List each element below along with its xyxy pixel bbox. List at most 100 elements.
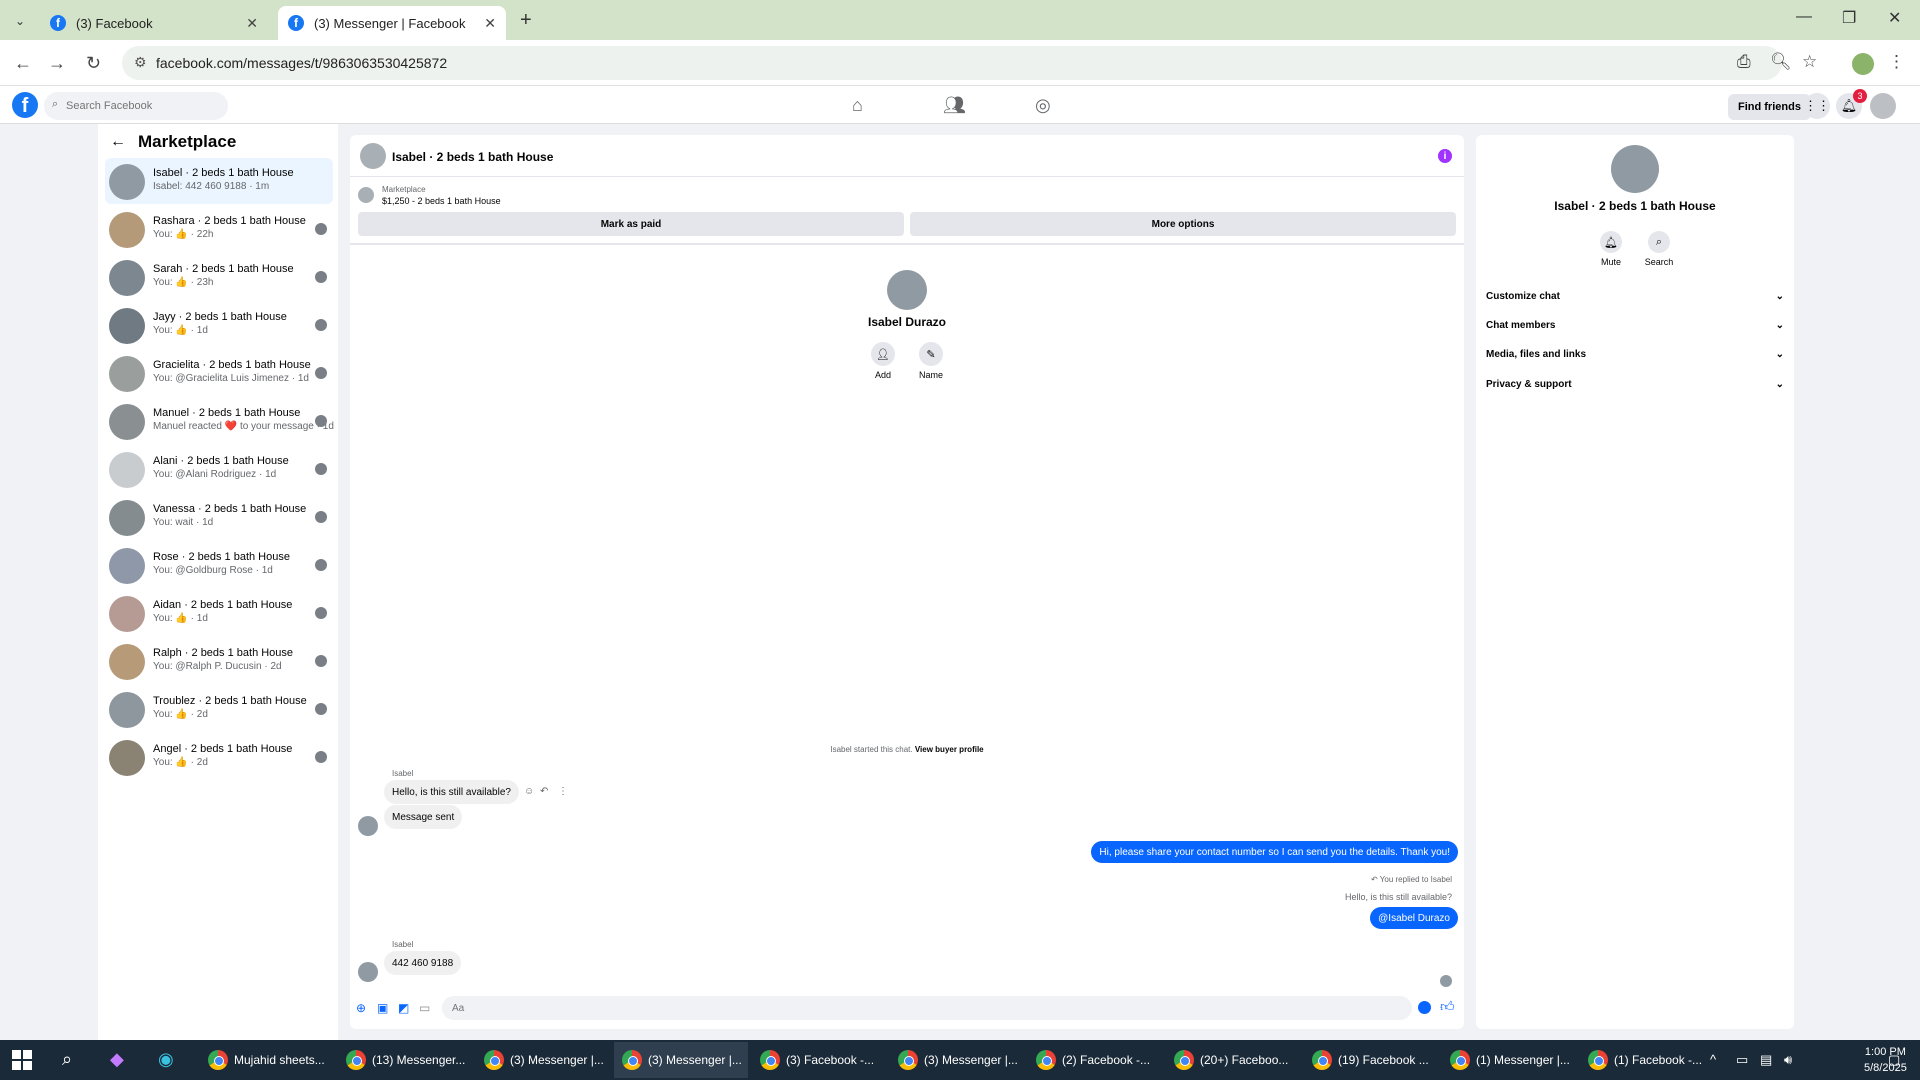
copilot-icon[interactable]: ◆ — [110, 1049, 124, 1070]
incoming-message[interactable]: Message sent — [384, 805, 463, 829]
windows-start-icon[interactable] — [12, 1050, 32, 1070]
conversation-preview: You: @Goldburg Rose · 1d — [153, 565, 273, 576]
sticker-icon[interactable]: ◩ — [398, 1001, 409, 1015]
display-icon[interactable]: ▭ — [1736, 1052, 1748, 1068]
notification-center-icon[interactable]: ▢ — [1888, 1052, 1900, 1068]
forward-arrow-icon[interactable]: → — [48, 53, 66, 74]
conversation-item[interactable]: Ralph · 2 beds 1 bath House You: @Ralph P… — [105, 638, 333, 684]
photo-icon[interactable]: ▣ — [377, 1001, 388, 1015]
taskbar-app-button[interactable]: (20+) Faceboo... — [1166, 1042, 1300, 1078]
taskbar-app-button[interactable]: (13) Messenger... — [338, 1042, 472, 1078]
conversation-item[interactable]: Vanessa · 2 beds 1 bath House You: wait ·… — [105, 494, 333, 540]
add-action[interactable]: 👤︎ Add — [863, 342, 903, 380]
name-action[interactable]: ✎ Name — [911, 342, 951, 380]
details-avatar[interactable] — [1611, 145, 1659, 193]
browser-profile-avatar[interactable] — [1852, 53, 1874, 75]
browser-tab-facebook[interactable]: f (3) Facebook ✕ — [40, 6, 268, 40]
info-icon[interactable]: i — [1438, 149, 1452, 163]
search-action[interactable]: ⌕ Search — [1639, 231, 1679, 267]
chat-title[interactable]: Isabel · 2 beds 1 bath House — [392, 150, 553, 164]
conversation-item[interactable]: Angel · 2 beds 1 bath House You: 👍 · 2d — [105, 734, 333, 780]
conversation-item[interactable]: Troublez · 2 beds 1 bath House You: 👍 · 2… — [105, 686, 333, 732]
taskbar-app-button[interactable]: (3) Facebook -... — [752, 1042, 886, 1078]
taskbar-app-button[interactable]: (1) Messenger |... — [1442, 1042, 1576, 1078]
restore-icon[interactable]: ❐ — [1842, 8, 1856, 28]
edge-browser-icon[interactable]: ◉ — [158, 1049, 174, 1070]
tab-search-chevron-icon[interactable]: ⌄ — [8, 10, 32, 32]
browser-tab-messenger[interactable]: f (3) Messenger | Facebook ✕ — [278, 6, 506, 40]
groups-icon[interactable]: ◎ — [1035, 95, 1051, 116]
view-buyer-profile-link[interactable]: View buyer profile — [915, 745, 984, 754]
more-options-button[interactable]: More options — [910, 212, 1456, 236]
privacy-support-section[interactable]: Privacy & support ⌄ — [1486, 371, 1784, 397]
conversation-item[interactable]: Manuel · 2 beds 1 bath House Manuel react… — [105, 398, 334, 444]
chat-avatar[interactable] — [360, 143, 386, 169]
mark-as-paid-button[interactable]: Mark as paid — [358, 212, 904, 236]
new-tab-icon[interactable]: + — [520, 9, 532, 32]
message-input[interactable] — [442, 996, 1412, 1020]
quoted-message[interactable]: Hello, is this still available? — [1345, 892, 1452, 902]
sender-avatar[interactable] — [358, 816, 378, 836]
conversation-item[interactable]: Jayy · 2 beds 1 bath House You: 👍 · 1d — [105, 302, 333, 348]
zoom-icon[interactable]: 🔍︎ — [1770, 52, 1792, 72]
more-icon[interactable]: ⋮ — [558, 786, 568, 797]
conversation-item[interactable]: Isabel · 2 beds 1 bath House Isabel: 442 … — [105, 158, 333, 204]
conversation-item[interactable]: Rashara · 2 beds 1 bath House You: 👍 · 22… — [105, 206, 333, 252]
media-files-links-section[interactable]: Media, files and links ⌄ — [1486, 341, 1784, 367]
back-arrow-icon[interactable]: ← — [14, 53, 32, 74]
customize-chat-section[interactable]: Customize chat ⌄ — [1486, 283, 1784, 309]
outgoing-message[interactable]: Hi, please share your contact number so … — [1091, 841, 1458, 863]
plus-circle-icon[interactable]: ⊕ — [356, 1001, 366, 1015]
network-icon[interactable]: ▤ — [1760, 1052, 1772, 1068]
reload-icon[interactable]: ↻ — [86, 53, 101, 74]
taskbar-app-button[interactable]: (3) Messenger |... — [476, 1042, 610, 1078]
mute-action[interactable]: 🔔︎ Mute — [1591, 231, 1631, 267]
home-icon[interactable]: ⌂ — [852, 95, 863, 116]
conversation-item[interactable]: Sarah · 2 beds 1 bath House You: 👍 · 23h — [105, 254, 333, 300]
taskbar-search-icon[interactable]: ⌕ — [62, 1049, 72, 1070]
chat-members-section[interactable]: Chat members ⌄ — [1486, 312, 1784, 338]
mute-label: Mute — [1600, 257, 1621, 267]
profile-name: Isabel Durazo — [867, 315, 947, 329]
conversation-item[interactable]: Gracielita · 2 beds 1 bath House You: @Gr… — [105, 350, 333, 396]
profile-avatar[interactable] — [887, 270, 927, 310]
conversation-item[interactable]: Rose · 2 beds 1 bath House You: @Goldburg… — [105, 542, 333, 588]
reply-icon[interactable]: ↶ — [540, 786, 548, 797]
bookmark-star-icon[interactable]: ☆ — [1802, 52, 1817, 72]
show-hidden-icons-chevron-icon[interactable]: ^ — [1710, 1052, 1716, 1067]
sender-avatar[interactable] — [358, 962, 378, 982]
back-arrow-icon[interactable]: ← — [110, 133, 126, 151]
thumbs-up-icon[interactable]: 👍︎ — [1440, 998, 1455, 1015]
taskbar-app-button[interactable]: (2) Facebook -... — [1028, 1042, 1162, 1078]
taskbar-app-button[interactable]: Mujahid sheets... — [200, 1042, 334, 1078]
find-friends-button[interactable]: Find friends — [1728, 94, 1811, 120]
facebook-search-input[interactable] — [44, 92, 228, 120]
account-avatar[interactable] — [1870, 93, 1896, 119]
incoming-message[interactable]: 442 460 9188 — [384, 951, 462, 975]
emoji-icon[interactable] — [1418, 1001, 1431, 1014]
menu-grid-icon[interactable]: ⋮⋮ — [1804, 93, 1830, 119]
close-tab-icon[interactable]: ✕ — [484, 15, 496, 32]
window-close-icon[interactable]: ✕ — [1888, 8, 1901, 28]
minimize-icon[interactable]: — — [1796, 8, 1812, 26]
taskbar-app-button[interactable]: (19) Facebook ... — [1304, 1042, 1438, 1078]
incoming-message[interactable]: Hello, is this still available? — [384, 780, 519, 804]
taskbar-app-label: (1) Facebook -... — [1614, 1053, 1703, 1067]
browser-menu-icon[interactable]: ⋮ — [1888, 52, 1905, 72]
gif-icon[interactable]: ▭ — [419, 1001, 430, 1015]
volume-icon[interactable]: 🔊︎ — [1784, 1052, 1792, 1068]
taskbar-app-button[interactable]: (1) Facebook -... — [1580, 1042, 1714, 1078]
taskbar-app-button[interactable]: (3) Messenger |... — [890, 1042, 1024, 1078]
address-bar[interactable]: ⚙ facebook.com/messages/t/98630635304258… — [122, 46, 1782, 80]
friends-icon[interactable]: 👥︎ — [943, 95, 966, 116]
install-app-icon[interactable]: ⎙ — [1737, 52, 1751, 72]
facebook-logo-icon[interactable]: f — [12, 92, 38, 118]
close-tab-icon[interactable]: ✕ — [246, 15, 258, 32]
conversation-item[interactable]: Aidan · 2 beds 1 bath House You: 👍 · 1d — [105, 590, 333, 636]
system-clock[interactable]: 1:00 PM 5/8/2025 — [1864, 1044, 1907, 1076]
outgoing-message[interactable]: @Isabel Durazo — [1370, 907, 1458, 929]
taskbar-app-button[interactable]: (3) Messenger |... — [614, 1042, 748, 1078]
site-info-icon[interactable]: ⚙ — [134, 54, 147, 71]
conversation-item[interactable]: Alani · 2 beds 1 bath House You: @Alani R… — [105, 446, 333, 492]
react-icon[interactable]: ☺ — [524, 786, 534, 797]
